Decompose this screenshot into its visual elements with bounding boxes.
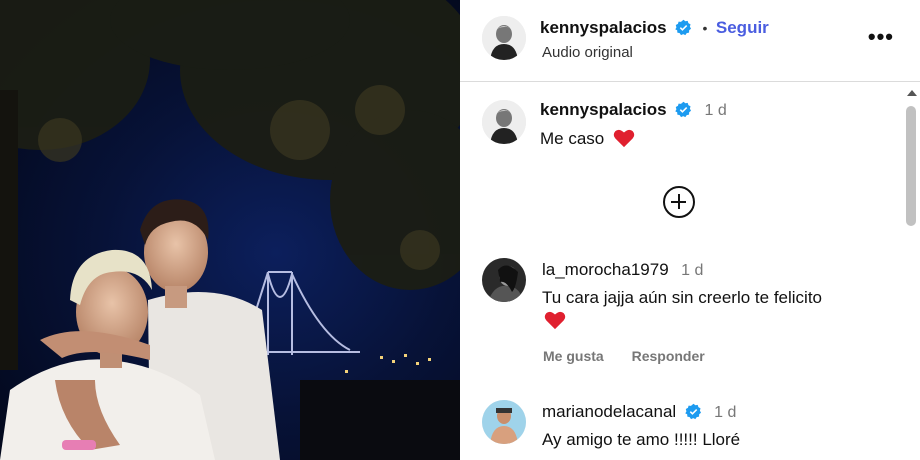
more-options-icon[interactable]: ••• [868, 24, 894, 50]
comment-username[interactable]: marianodelacanal [542, 402, 676, 421]
load-more-comments-icon[interactable] [663, 186, 695, 218]
comment-time[interactable]: 1 d [681, 262, 703, 279]
comment-text: Tu cara jajja aún sin creerlo te felicit… [542, 288, 823, 307]
follow-button[interactable]: Seguir [716, 18, 769, 37]
author-username[interactable]: kennyspalacios [540, 18, 667, 37]
commenter-avatar[interactable] [482, 258, 526, 302]
scroll-up-arrow-icon[interactable] [907, 90, 917, 96]
comment-username[interactable]: kennyspalacios [540, 100, 667, 119]
comments-panel: kennyspalacios • Seguir Audio original •… [460, 0, 920, 460]
night-photo-illustration [0, 0, 460, 460]
comments-scrollbar[interactable] [904, 88, 918, 460]
reply-comment-button[interactable]: Responder [632, 348, 705, 364]
post-header: kennyspalacios • Seguir Audio original •… [460, 0, 920, 82]
comment-time[interactable]: 1 d [705, 102, 727, 119]
like-comment-button[interactable]: Me gusta [543, 348, 604, 364]
comment-text: Ay amigo te amo !!!!! Lloré [542, 430, 741, 449]
comment-time[interactable]: 1 d [714, 404, 736, 421]
verified-badge-icon [675, 19, 692, 36]
post-photo [0, 0, 460, 460]
comment-item: la_morocha1979 1 d Tu cara jajja aún sin… [460, 256, 900, 376]
verified-badge-icon [684, 403, 701, 420]
comment-item: marianodelacanal 1 d Ay amigo te amo !!!… [460, 398, 900, 460]
red-heart-emoji-icon [613, 129, 635, 148]
commenter-avatar[interactable] [482, 100, 526, 144]
comment-text: Me caso [540, 129, 605, 148]
scrollbar-thumb[interactable] [906, 106, 916, 226]
author-avatar[interactable] [482, 16, 526, 60]
caption-comment: kennyspalacios 1 d Me caso [460, 96, 900, 156]
audio-label[interactable]: Audio original [542, 44, 633, 61]
header-separator: • [702, 20, 708, 36]
verified-badge-icon [675, 101, 692, 118]
commenter-avatar[interactable] [482, 400, 526, 444]
red-heart-emoji-icon [544, 311, 566, 330]
comment-username[interactable]: la_morocha1979 [542, 260, 669, 279]
